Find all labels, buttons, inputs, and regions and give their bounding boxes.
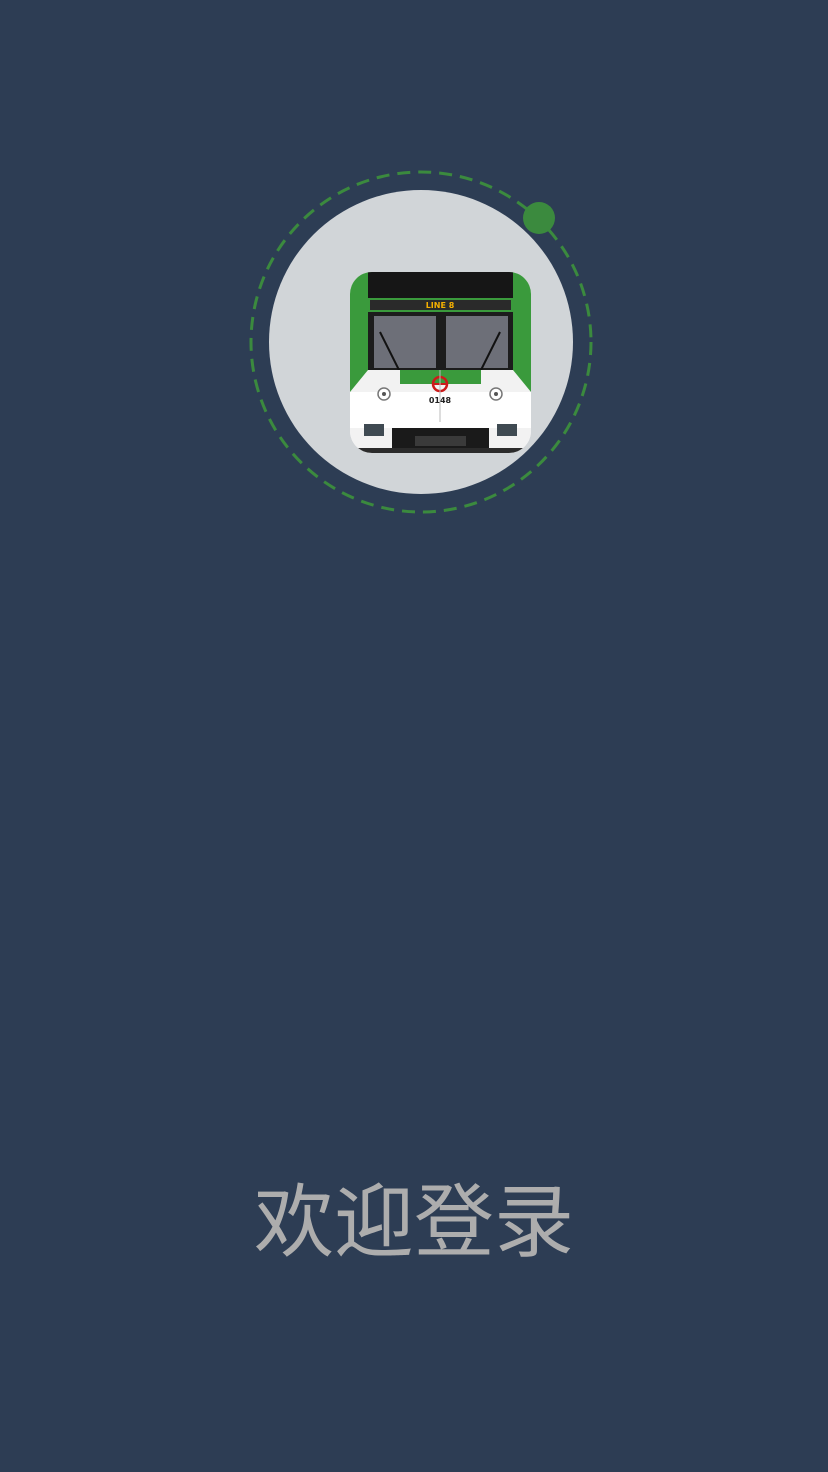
subway-train-icon: LINE 8 0148 bbox=[350, 272, 531, 453]
logo-circle: LINE 8 0148 bbox=[269, 190, 573, 494]
welcome-title: 欢迎登录 bbox=[254, 1176, 574, 1269]
progress-dot-icon bbox=[523, 202, 555, 234]
app-logo: LINE 8 0148 bbox=[350, 272, 531, 453]
splash-screen: LINE 8 0148 欢迎登录 bbox=[0, 0, 828, 1472]
line-badge: LINE 8 bbox=[426, 301, 455, 310]
logo-container: LINE 8 0148 bbox=[249, 170, 593, 514]
